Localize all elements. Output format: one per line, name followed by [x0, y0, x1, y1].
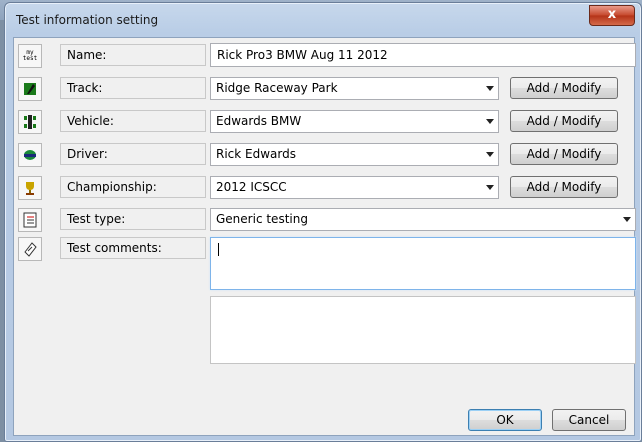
test-comments-input[interactable]: [210, 237, 636, 290]
trophy-icon: [18, 176, 42, 200]
vehicle-label: Vehicle:: [60, 110, 206, 132]
ok-button[interactable]: OK: [468, 409, 542, 431]
championship-select[interactable]: 2012 ICSCC: [210, 176, 499, 199]
driver-select-value: Rick Edwards: [216, 147, 296, 161]
track-select-value: Ridge Raceway Park: [216, 81, 338, 95]
championship-select-value: 2012 ICSCC: [216, 180, 287, 194]
cancel-button[interactable]: Cancel: [552, 409, 626, 431]
chevron-down-icon: [486, 185, 494, 190]
driver-add-modify-button[interactable]: Add / Modify: [510, 143, 618, 165]
chevron-down-icon: [486, 152, 494, 157]
track-flag-icon: [18, 77, 42, 101]
close-button[interactable]: x: [589, 5, 635, 26]
championship-add-modify-button[interactable]: Add / Modify: [510, 176, 618, 198]
close-icon: x: [607, 7, 617, 22]
test-type-select-value: Generic testing: [216, 212, 308, 226]
name-label: Name:: [60, 44, 206, 66]
test-type-label: Test type:: [60, 208, 206, 230]
test-type-select[interactable]: Generic testing: [210, 208, 636, 231]
dialog-body: my test Name: Rick Pro3 BMW Aug 11 2012 …: [13, 37, 636, 436]
track-add-modify-button[interactable]: Add / Modify: [510, 77, 618, 99]
driver-label: Driver:: [60, 143, 206, 165]
chevron-down-icon: [486, 119, 494, 124]
driver-helmet-icon: [18, 143, 42, 167]
notepad-icon: [18, 237, 42, 261]
checklist-icon: [18, 208, 42, 232]
test-comments-label: Test comments:: [60, 237, 206, 259]
dialog-window: Test information setting x my test Name:…: [4, 2, 642, 442]
vehicle-select[interactable]: Edwards BMW: [210, 110, 499, 133]
chevron-down-icon: [623, 217, 631, 222]
vehicle-icon: [18, 110, 42, 134]
track-select[interactable]: Ridge Raceway Park: [210, 77, 499, 100]
chevron-down-icon: [486, 86, 494, 91]
driver-select[interactable]: Rick Edwards: [210, 143, 499, 166]
dialog-title: Test information setting: [16, 13, 159, 27]
vehicle-select-value: Edwards BMW: [216, 114, 302, 128]
track-label: Track:: [60, 77, 206, 99]
test-notes-area[interactable]: [210, 296, 636, 364]
vehicle-add-modify-button[interactable]: Add / Modify: [510, 110, 618, 132]
name-input[interactable]: Rick Pro3 BMW Aug 11 2012: [210, 43, 636, 67]
my-test-icon: my test: [18, 44, 42, 68]
championship-label: Championship:: [60, 176, 206, 198]
text-caret: [218, 243, 219, 256]
